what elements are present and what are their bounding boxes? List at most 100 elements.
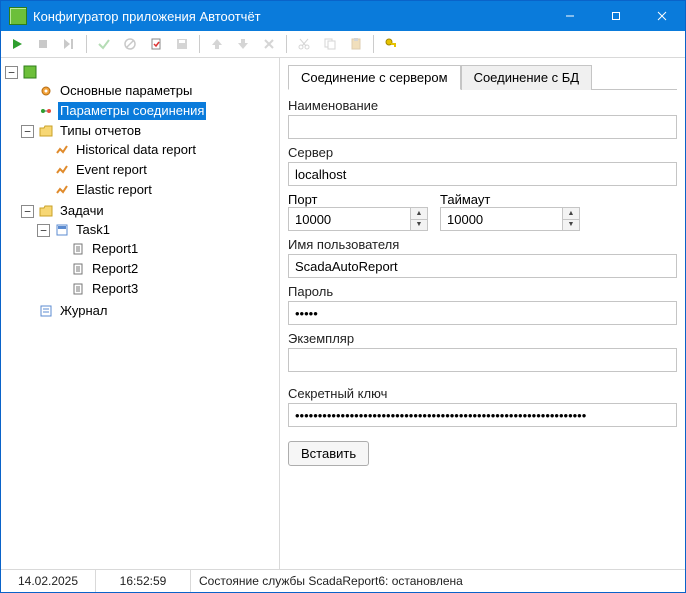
tree-label: Параметры соединения (58, 102, 206, 120)
label-timeout: Таймаут (440, 192, 490, 207)
arrow-up-icon (210, 37, 224, 51)
folder-icon (38, 123, 54, 139)
tree-item-conn-params[interactable]: Параметры соединения (21, 102, 279, 120)
tree-item-report2[interactable]: Report2 (53, 260, 279, 278)
tree-item-journal[interactable]: Журнал (21, 302, 279, 320)
input-username[interactable] (288, 254, 677, 278)
stop-icon (36, 37, 50, 51)
close-icon (657, 11, 667, 21)
tree-label: Журнал (58, 302, 109, 320)
tree-item-elastic[interactable]: Elastic report (37, 181, 279, 199)
collapse-icon[interactable]: − (21, 205, 34, 218)
minimize-button[interactable] (547, 1, 593, 31)
label-server: Сервер (288, 145, 677, 160)
run-button[interactable] (5, 32, 29, 56)
field-password: Пароль (288, 284, 677, 325)
input-name[interactable] (288, 115, 677, 139)
maximize-icon (611, 11, 621, 21)
paste-button[interactable]: Вставить (288, 441, 369, 466)
delete-button[interactable] (257, 32, 281, 56)
tree-item-report-types[interactable]: − Типы отчетов (21, 122, 279, 140)
window: Конфигуратор приложения Автоотчёт (0, 0, 686, 593)
folder-icon (38, 203, 54, 219)
status-time: 16:52:59 (96, 570, 191, 592)
tree-label: Report1 (90, 240, 140, 258)
toolbar-separator (86, 35, 87, 53)
input-secret[interactable] (288, 403, 677, 427)
move-down-button[interactable] (231, 32, 255, 56)
collapse-icon[interactable]: − (5, 66, 18, 79)
copy-icon (323, 37, 337, 51)
toolbar-separator (199, 35, 200, 53)
input-instance[interactable] (288, 348, 677, 372)
tab-db-connection[interactable]: Соединение с БД (461, 65, 593, 90)
report-type-icon (54, 162, 70, 178)
titlebar: Конфигуратор приложения Автоотчёт (1, 1, 685, 31)
field-username: Имя пользователя (288, 237, 677, 278)
tree-panel[interactable]: − Основные параметры (1, 58, 280, 569)
input-password[interactable] (288, 301, 677, 325)
tree-item-historical[interactable]: Historical data report (37, 141, 279, 159)
statusbar: 14.02.2025 16:52:59 Состояние службы Sca… (1, 569, 685, 592)
save-icon (175, 37, 189, 51)
tree-label: Elastic report (74, 181, 154, 199)
input-server[interactable] (288, 162, 677, 186)
tree-item-report1[interactable]: Report1 (53, 240, 279, 258)
tree-label: Historical data report (74, 141, 198, 159)
collapse-icon[interactable]: − (37, 224, 50, 237)
maximize-button[interactable] (593, 1, 639, 31)
paste-icon (349, 37, 363, 51)
key-icon (384, 37, 398, 51)
report-icon (70, 241, 86, 257)
tree-item-task1[interactable]: − Task1 (37, 221, 279, 239)
save-button[interactable] (170, 32, 194, 56)
prohibit-icon (123, 37, 137, 51)
toolbar (1, 31, 685, 58)
arrow-down-icon (236, 37, 250, 51)
connection-icon (38, 103, 54, 119)
spin-down-button[interactable]: ▼ (411, 219, 427, 231)
tree-root[interactable]: − (5, 63, 279, 81)
spin-up-button[interactable]: ▲ (411, 208, 427, 219)
move-up-button[interactable] (205, 32, 229, 56)
tree-item-main-params[interactable]: Основные параметры (21, 82, 279, 100)
spin-up-button[interactable]: ▲ (563, 208, 579, 219)
tree-item-tasks[interactable]: − Задачи (21, 202, 279, 220)
report-type-icon (54, 182, 70, 198)
step-button[interactable] (57, 32, 81, 56)
close-button[interactable] (639, 1, 685, 31)
report-icon (70, 261, 86, 277)
help-button[interactable] (379, 32, 403, 56)
tree-item-report3[interactable]: Report3 (53, 280, 279, 298)
stop-button[interactable] (31, 32, 55, 56)
input-port[interactable] (289, 208, 410, 230)
spin-down-button[interactable]: ▼ (563, 219, 579, 231)
minimize-icon (565, 11, 575, 21)
app-root-icon (22, 64, 38, 80)
play-icon (10, 37, 24, 51)
report-type-icon (54, 142, 70, 158)
copy-button[interactable] (318, 32, 342, 56)
gear-icon (38, 83, 54, 99)
label-secret: Секретный ключ (288, 386, 677, 401)
tree-item-event[interactable]: Event report (37, 161, 279, 179)
field-timeout: Таймаут ▲ ▼ (440, 192, 580, 231)
tabstrip: Соединение с сервером Соединение с БД (288, 64, 677, 90)
apply-button[interactable] (92, 32, 116, 56)
status-date: 14.02.2025 (1, 570, 96, 592)
collapse-icon[interactable]: − (21, 125, 34, 138)
field-secret: Секретный ключ (288, 386, 677, 427)
field-instance: Экземпляр (288, 331, 677, 372)
scissors-icon (297, 37, 311, 51)
report-icon (70, 281, 86, 297)
cut-button[interactable] (292, 32, 316, 56)
open-button[interactable] (144, 32, 168, 56)
window-title: Конфигуратор приложения Автоотчёт (33, 9, 547, 24)
paste-button-toolbar[interactable] (344, 32, 368, 56)
input-timeout[interactable] (441, 208, 562, 230)
label-name: Наименование (288, 98, 677, 113)
tree-label: Report2 (90, 260, 140, 278)
tab-server-connection[interactable]: Соединение с сервером (288, 65, 461, 90)
tree-label: Основные параметры (58, 82, 194, 100)
cancel-button[interactable] (118, 32, 142, 56)
